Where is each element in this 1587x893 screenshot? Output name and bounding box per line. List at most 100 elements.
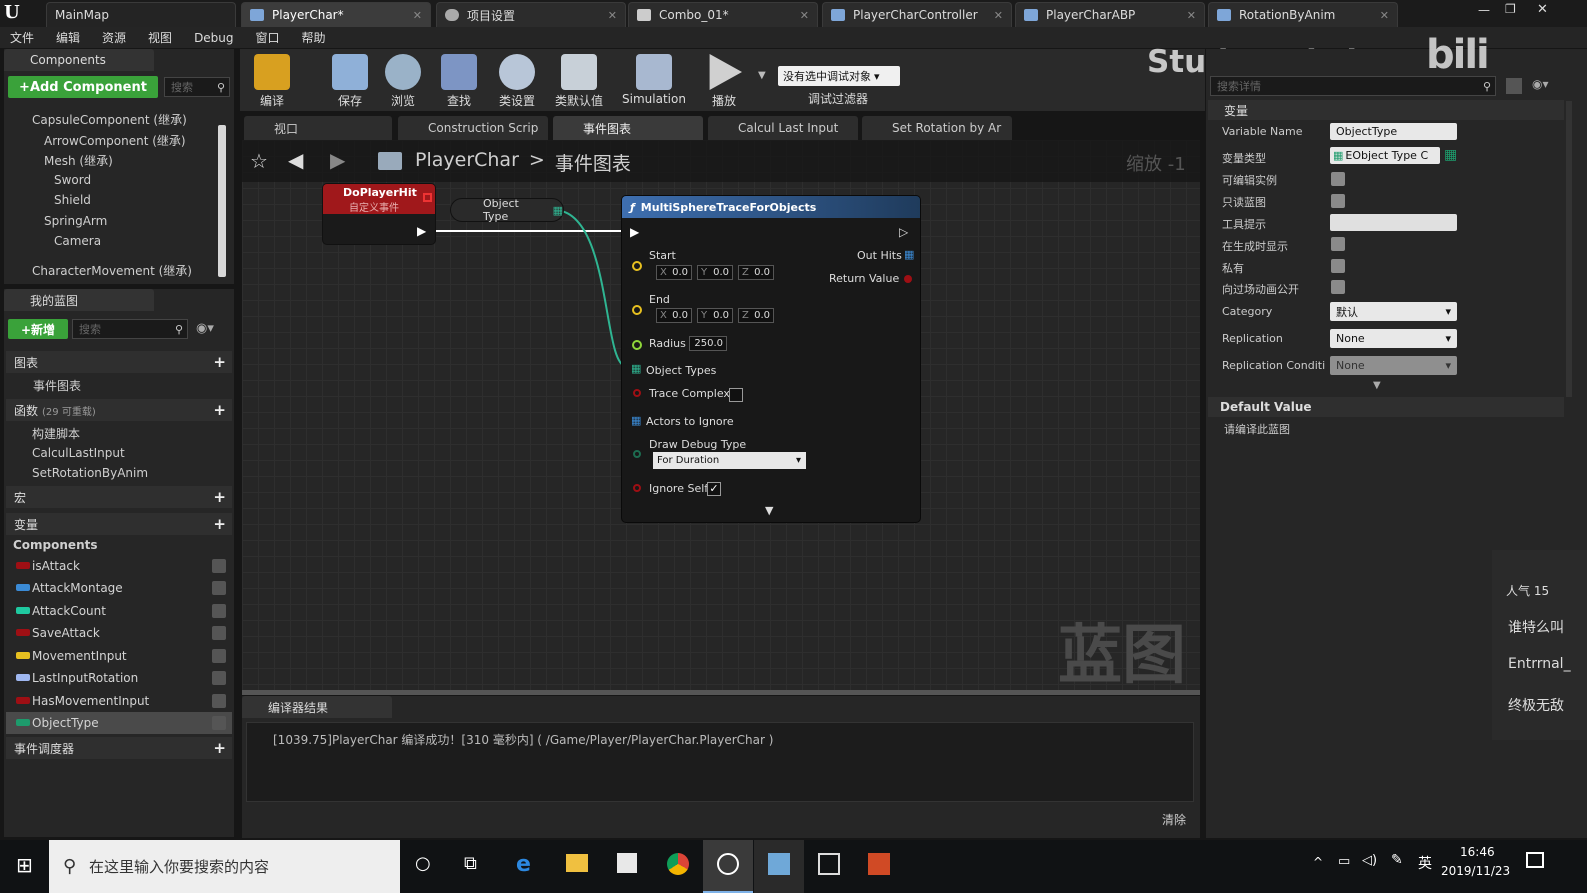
chrome-icon[interactable]	[667, 853, 689, 875]
function-construction[interactable]: 构建脚本	[32, 425, 80, 442]
store-icon[interactable]	[617, 853, 637, 873]
exec-in-pin-icon[interactable]: ▶	[630, 225, 639, 239]
clear-button[interactable]: 清除	[1162, 811, 1186, 828]
section-macros[interactable]: 宏 +	[6, 486, 232, 508]
visibility-eye-icon[interactable]: ◉▾	[196, 321, 214, 336]
byte-pin-icon[interactable]	[633, 450, 641, 458]
eye-icon[interactable]: ◉▾	[1532, 77, 1549, 91]
find-button[interactable]: 查找	[429, 50, 489, 108]
variable-item[interactable]: SaveAttack	[6, 622, 232, 644]
close-icon[interactable]: ✕	[1187, 9, 1196, 22]
end-x[interactable]: X 0.0	[656, 308, 692, 323]
taskbar-search-input[interactable]: ⚲ 在这里输入你要搜索的内容	[49, 840, 400, 893]
visibility-eye-icon[interactable]	[212, 694, 226, 708]
replication-condition-select[interactable]: None ▾	[1330, 356, 1457, 375]
section-dispatchers[interactable]: 事件调度器 +	[6, 737, 232, 759]
unreal-logo-icon[interactable]: U	[4, 2, 26, 24]
object-types-pin[interactable]: Object Types	[646, 364, 716, 377]
tab-combo[interactable]: Combo_01* ✕	[628, 2, 818, 27]
variable-item[interactable]: HasMovementInput	[6, 690, 232, 712]
array-pin-icon[interactable]: ▦	[631, 362, 641, 375]
visibility-eye-icon[interactable]	[212, 581, 226, 595]
tab-playerchar[interactable]: PlayerChar* ✕	[241, 2, 431, 27]
variable-item[interactable]: AttackCount	[6, 600, 232, 622]
expose-spawn-checkbox[interactable]	[1331, 237, 1345, 251]
exec-out-pin-icon[interactable]: ▷	[899, 225, 908, 239]
edge-icon[interactable]: e	[516, 852, 531, 877]
app-icon[interactable]	[754, 840, 804, 893]
array-pin-icon[interactable]: ▦	[631, 414, 641, 427]
menu-debug[interactable]: Debug	[194, 31, 233, 45]
draw-debug-select[interactable]: For Duration ▾	[653, 452, 806, 469]
variable-item[interactable]: LastInputRotation	[6, 667, 232, 689]
section-graphs[interactable]: 图表 +	[6, 351, 232, 373]
actors-to-ignore-pin[interactable]: Actors to Ignore	[646, 415, 734, 428]
tooltip-input[interactable]	[1330, 214, 1457, 231]
components-tab[interactable]: Components	[4, 49, 154, 71]
variable-type-select[interactable]: ▦ EObject Type C	[1330, 147, 1440, 164]
play-button[interactable]: 播放	[694, 50, 754, 108]
radius-pin[interactable]: Radius	[649, 337, 686, 350]
file-explorer-icon[interactable]	[566, 854, 588, 872]
close-icon[interactable]: ✕	[994, 9, 1003, 22]
maximize-button[interactable]: ❐	[1505, 2, 1516, 16]
readonly-checkbox[interactable]	[1331, 194, 1345, 208]
editable-checkbox[interactable]	[1331, 172, 1345, 186]
expand-chevron-icon[interactable]: ▼	[765, 504, 773, 517]
close-icon[interactable]: ✕	[800, 9, 809, 22]
expose-cine-checkbox[interactable]	[1331, 280, 1345, 294]
category-select[interactable]: 默认 ▾	[1330, 302, 1457, 321]
tab-calcul-last-input[interactable]: Calcul Last Input	[708, 116, 858, 140]
section-functions[interactable]: 函数 (29 可重载) +	[6, 399, 232, 421]
notification-icon[interactable]	[1526, 852, 1544, 868]
item-event-graph[interactable]: 事件图表	[33, 377, 81, 394]
tree-charmovement[interactable]: CharacterMovement (继承)	[32, 262, 192, 279]
powerpoint-icon[interactable]	[868, 853, 890, 875]
tab-mainmap[interactable]: MainMap	[46, 2, 236, 27]
category-components[interactable]: Components	[13, 538, 98, 552]
replication-select[interactable]: None ▾	[1330, 329, 1457, 348]
start-x[interactable]: X 0.0	[656, 265, 692, 280]
event-node[interactable]: DoPlayerHit 自定义事件 ▶	[322, 183, 436, 245]
visibility-eye-icon[interactable]	[212, 671, 226, 685]
compiler-message[interactable]: [1039.75]PlayerChar 编译成功！[310 毫秒内] ( /Ga…	[273, 731, 773, 748]
add-component-button[interactable]: +Add Component	[8, 76, 158, 98]
tree-mesh[interactable]: Mesh (继承)	[44, 152, 113, 169]
visibility-eye-icon[interactable]	[212, 716, 226, 730]
tree-sword[interactable]: Sword	[54, 173, 91, 187]
variable-name-input[interactable]: ObjectType	[1330, 123, 1457, 140]
vector-pin-icon[interactable]	[632, 261, 642, 271]
new-button[interactable]: +新增	[8, 319, 68, 339]
menu-edit[interactable]: 编辑	[56, 29, 80, 46]
tree-arrow[interactable]: ArrowComponent (继承)	[44, 132, 186, 149]
graph-canvas[interactable]: ☆ ◀ ▶ PlayerChar > 事件图表 缩放 -1 蓝图 DoPlaye…	[242, 140, 1200, 690]
vector-pin-icon[interactable]	[632, 305, 642, 315]
ime-indicator[interactable]: 英	[1418, 853, 1432, 873]
close-icon[interactable]: ✕	[608, 9, 617, 22]
tab-set-rotation[interactable]: Set Rotation by Ar	[862, 116, 1012, 140]
clock-time[interactable]: 16:46	[1460, 845, 1495, 859]
exec-out-pin-icon[interactable]: ▶	[417, 224, 426, 238]
out-hits-pin[interactable]: Out Hits	[857, 249, 902, 262]
trace-complex-pin[interactable]: Trace Complex	[649, 387, 730, 400]
component-search-input[interactable]: 搜索 ⚲	[164, 77, 230, 97]
end-pin[interactable]: End	[649, 293, 670, 306]
save-button[interactable]: 保存	[320, 50, 380, 108]
variable-item[interactable]: MovementInput	[6, 645, 232, 667]
close-icon[interactable]: ✕	[413, 9, 422, 22]
private-checkbox[interactable]	[1331, 259, 1345, 273]
bool-pin-icon[interactable]	[904, 275, 912, 283]
simulation-button[interactable]: Simulation	[622, 50, 686, 108]
visibility-eye-icon[interactable]	[212, 604, 226, 618]
radius-input[interactable]: 250.0	[689, 336, 727, 351]
tree-springarm[interactable]: SpringArm	[44, 214, 107, 228]
graph-hscrollbar[interactable]	[242, 690, 1200, 695]
menu-file[interactable]: 文件	[10, 29, 34, 46]
tab-project-settings[interactable]: 项目设置 ✕	[436, 2, 626, 27]
return-value-pin[interactable]: Return Value	[829, 272, 899, 285]
cortana-icon[interactable]: ○	[415, 853, 431, 874]
start-pin[interactable]: Start	[649, 249, 676, 262]
whiteboard-icon[interactable]	[818, 853, 840, 875]
grid-view-icon[interactable]	[1506, 78, 1522, 94]
trace-complex-checkbox[interactable]	[729, 388, 743, 402]
